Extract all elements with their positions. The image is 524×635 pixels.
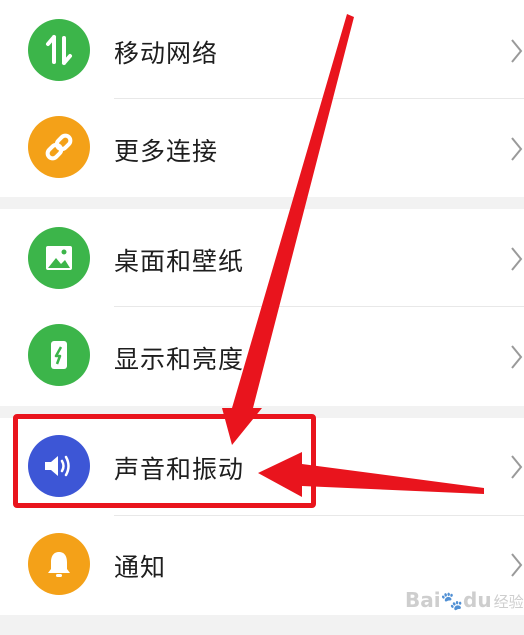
baidu-watermark: Bai🐾du 经验 [405,588,524,612]
annotation-arrows [222,14,484,497]
watermark-brand-tail: du [463,588,492,612]
watermark-brand: Bai [405,588,441,612]
paw-icon: 🐾 [440,591,464,612]
watermark-sub: 经验 [493,593,524,611]
horizontal-arrow [258,452,484,497]
diagonal-arrow [222,14,354,445]
